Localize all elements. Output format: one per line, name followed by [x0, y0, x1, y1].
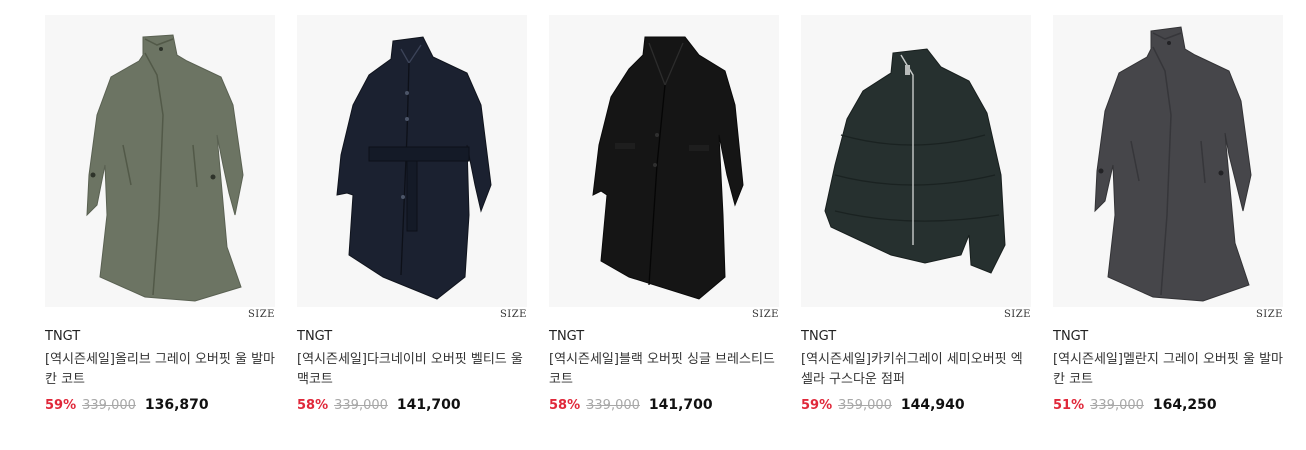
- product-card: SIZE TNGT [역시즌세일]올리브 그레이 오버핏 울 발마칸 코트 59…: [45, 15, 275, 414]
- product-name[interactable]: [역시즌세일]멜란지 그레이 오버핏 울 발마칸 코트: [1053, 350, 1283, 390]
- discount-rate: 59%: [45, 398, 77, 413]
- original-price: 339,000: [334, 398, 388, 413]
- olive-balmacaan-coat-icon: [86, 34, 244, 302]
- discount-rate: 58%: [297, 398, 329, 413]
- size-link[interactable]: SIZE: [248, 309, 275, 320]
- price-row: 59% 359,000 144,940: [801, 397, 1031, 414]
- product-grid: SIZE TNGT [역시즌세일]올리브 그레이 오버핏 울 발마칸 코트 59…: [45, 15, 1283, 414]
- melange-grey-balmacaan-coat-icon: [1094, 26, 1252, 302]
- original-price: 339,000: [82, 398, 136, 413]
- price-row: 59% 339,000 136,870: [45, 397, 275, 414]
- product-brand: TNGT: [45, 329, 81, 344]
- navy-belted-mac-coat-icon: [336, 36, 492, 300]
- sale-price: 136,870: [144, 397, 209, 413]
- discount-rate: 58%: [549, 398, 581, 413]
- sale-price: 164,250: [1152, 397, 1217, 413]
- sale-price: 141,700: [648, 397, 713, 413]
- product-image-link[interactable]: [801, 15, 1031, 307]
- product-brand: TNGT: [801, 329, 837, 344]
- discount-rate: 59%: [801, 398, 833, 413]
- size-link[interactable]: SIZE: [1004, 309, 1031, 320]
- product-brand: TNGT: [549, 329, 585, 344]
- original-price: 339,000: [586, 398, 640, 413]
- product-image-link[interactable]: [297, 15, 527, 307]
- price-row: 58% 339,000 141,700: [549, 397, 779, 414]
- sale-price: 144,940: [900, 397, 965, 413]
- size-link[interactable]: SIZE: [1256, 309, 1283, 320]
- product-name[interactable]: [역시즌세일]다크네이비 오버핏 벨티드 울 맥코트: [297, 350, 527, 390]
- price-row: 51% 339,000 164,250: [1053, 397, 1283, 414]
- size-link[interactable]: SIZE: [752, 309, 779, 320]
- price-row: 58% 339,000 141,700: [297, 397, 527, 414]
- black-single-breasted-coat-icon: [592, 36, 744, 300]
- product-card: SIZE TNGT [역시즌세일]카키쉬그레이 세미오버핏 엑셀라 구스다운 점…: [801, 15, 1031, 414]
- product-image-link[interactable]: [549, 15, 779, 307]
- khaki-grey-down-jumper-icon: [824, 48, 1006, 274]
- product-card: SIZE TNGT [역시즌세일]멜란지 그레이 오버핏 울 발마칸 코트 51…: [1053, 15, 1283, 414]
- original-price: 359,000: [838, 398, 892, 413]
- size-link[interactable]: SIZE: [500, 309, 527, 320]
- product-card: SIZE TNGT [역시즌세일]다크네이비 오버핏 벨티드 울 맥코트 58%…: [297, 15, 527, 414]
- product-card: SIZE TNGT [역시즌세일]블랙 오버핏 싱글 브레스티드 코트 58% …: [549, 15, 779, 414]
- product-image-link[interactable]: [1053, 15, 1283, 307]
- product-name[interactable]: [역시즌세일]올리브 그레이 오버핏 울 발마칸 코트: [45, 350, 275, 390]
- product-brand: TNGT: [297, 329, 333, 344]
- product-image-link[interactable]: [45, 15, 275, 307]
- sale-price: 141,700: [396, 397, 461, 413]
- discount-rate: 51%: [1053, 398, 1085, 413]
- product-brand: TNGT: [1053, 329, 1089, 344]
- product-name[interactable]: [역시즌세일]블랙 오버핏 싱글 브레스티드 코트: [549, 350, 779, 390]
- original-price: 339,000: [1090, 398, 1144, 413]
- product-name[interactable]: [역시즌세일]카키쉬그레이 세미오버핏 엑셀라 구스다운 점퍼: [801, 350, 1031, 390]
